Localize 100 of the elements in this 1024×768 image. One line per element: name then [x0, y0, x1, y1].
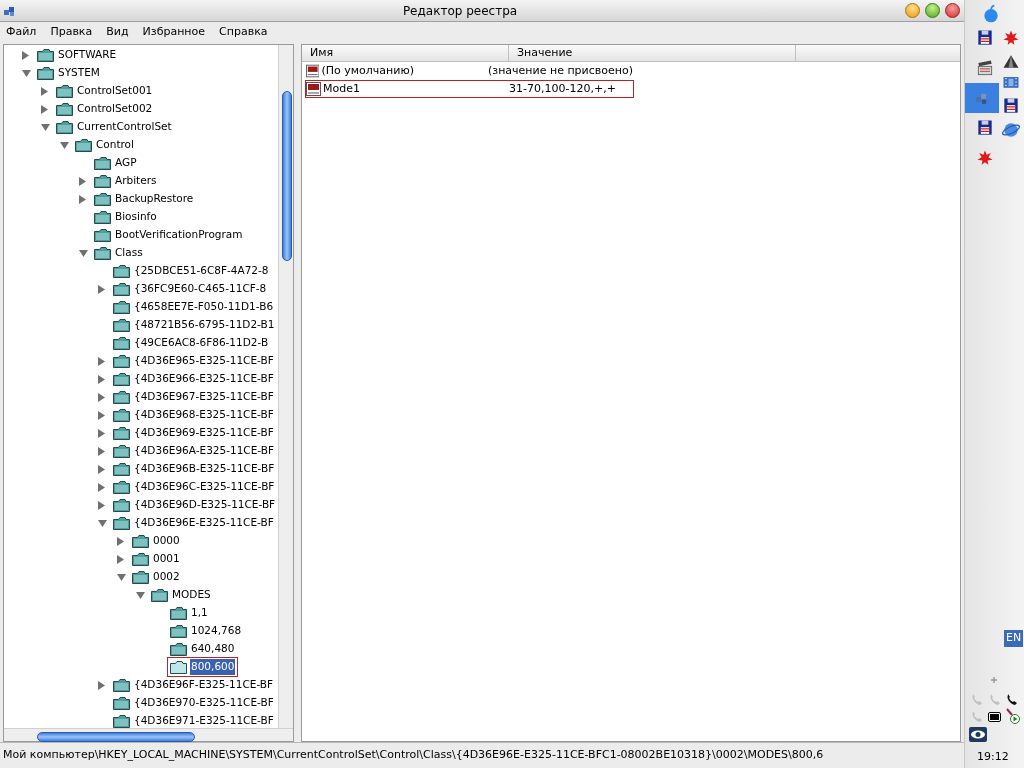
- tree-item[interactable]: 640,480: [190, 641, 236, 657]
- tree-item[interactable]: ControlSet001: [76, 83, 154, 99]
- expand-arrow-icon[interactable]: [98, 482, 105, 492]
- tree-item[interactable]: {48721B56-6795-11D2-B1: [133, 317, 276, 333]
- tree-item[interactable]: {4D36E96D-E325-11CE-BF: [133, 497, 277, 513]
- tree-item[interactable]: {4D36E967-E325-11CE-BF: [133, 389, 275, 405]
- tree-item[interactable]: {4D36E969-E325-11CE-BF: [133, 425, 275, 441]
- tree-item[interactable]: 1,1: [190, 605, 209, 621]
- tree-item[interactable]: SYSTEM: [57, 65, 101, 81]
- folder-icon: [113, 390, 130, 404]
- folder-icon: [94, 156, 111, 170]
- folder-icon: [113, 318, 130, 332]
- tree-item[interactable]: SOFTWARE: [57, 47, 118, 63]
- tree-item[interactable]: Control: [95, 137, 135, 153]
- play-icon[interactable]: [1005, 708, 1021, 724]
- language-indicator[interactable]: EN: [1004, 630, 1024, 647]
- expand-arrow-icon[interactable]: [117, 554, 124, 564]
- tree-item[interactable]: {25DBCE51-6C8F-4A72-8: [133, 263, 270, 279]
- tree-item[interactable]: {4D36E971-E325-11CE-BF: [133, 713, 275, 728]
- tree-item[interactable]: 0000: [152, 533, 181, 549]
- tree-item[interactable]: 0001: [152, 551, 181, 567]
- expand-arrow-icon[interactable]: [22, 50, 29, 60]
- tree-item[interactable]: 800,600: [190, 659, 236, 675]
- expand-arrow-icon[interactable]: [41, 104, 48, 114]
- tree-item[interactable]: 1024,768: [190, 623, 243, 639]
- tree-item[interactable]: {4D36E96F-E325-11CE-BF: [133, 677, 275, 693]
- menu-item[interactable]: Избранное: [142, 23, 206, 41]
- column-header[interactable]: Значение: [509, 45, 796, 61]
- tree-item[interactable]: {4D36E970-E325-11CE-BF: [133, 695, 275, 711]
- expand-arrow-icon[interactable]: [79, 194, 86, 204]
- plus-icon: [990, 676, 998, 684]
- close-button[interactable]: [945, 3, 960, 18]
- folder-icon: [94, 246, 111, 260]
- value-row[interactable]: Mode1 31-70,100-120,+,+: [305, 80, 634, 98]
- menu-item[interactable]: Файл: [6, 23, 37, 41]
- tree-item[interactable]: 0002: [152, 569, 181, 585]
- maximize-button[interactable]: [925, 3, 940, 18]
- column-header[interactable]: Имя: [302, 45, 509, 61]
- expand-arrow-icon[interactable]: [41, 86, 48, 96]
- collapse-arrow-icon[interactable]: [79, 249, 88, 257]
- tree-item[interactable]: {4D36E96B-E325-11CE-BF: [133, 461, 276, 477]
- folder-icon: [37, 66, 54, 80]
- folder-icon: [113, 354, 130, 368]
- expand-arrow-icon[interactable]: [98, 446, 105, 456]
- tree-item[interactable]: BackupRestore: [114, 191, 195, 207]
- tree-item[interactable]: {36FC9E60-C465-11CF-8: [133, 281, 268, 297]
- horizontal-scroll-thumb[interactable]: [37, 732, 195, 742]
- tree-item[interactable]: {4D36E96E-E325-11CE-BF: [133, 515, 275, 531]
- folder-icon: [170, 642, 187, 656]
- expand-arrow-icon[interactable]: [98, 410, 105, 420]
- tree-item[interactable]: {4D36E96A-E325-11CE-BF: [133, 443, 275, 459]
- expand-arrow-icon[interactable]: [98, 428, 105, 438]
- value-row[interactable]: (По умолчанию) (значение не присвоено): [305, 62, 634, 80]
- eye-icon[interactable]: [969, 727, 987, 742]
- menu-item[interactable]: Вид: [106, 23, 129, 41]
- horizontal-scrollbar[interactable]: [4, 728, 293, 741]
- collapse-arrow-icon[interactable]: [41, 123, 50, 131]
- expand-arrow-icon[interactable]: [79, 176, 86, 186]
- tree-item[interactable]: MODES: [171, 587, 212, 603]
- tree-item[interactable]: AGP: [114, 155, 138, 171]
- expand-arrow-icon[interactable]: [98, 284, 105, 294]
- menu-item[interactable]: Правка: [50, 23, 93, 41]
- tree-item[interactable]: BootVerificationProgram: [114, 227, 244, 243]
- expand-arrow-icon[interactable]: [98, 356, 105, 366]
- expand-arrow-icon[interactable]: [98, 392, 105, 402]
- value-name: Mode1: [323, 80, 361, 97]
- string-value-icon: [306, 64, 320, 78]
- tree-item[interactable]: {4D36E966-E325-11CE-BF: [133, 371, 275, 387]
- collapse-arrow-icon[interactable]: [60, 141, 69, 149]
- folder-icon: [113, 300, 130, 314]
- tree-item[interactable]: {4658EE7E-F050-11D1-B6: [133, 299, 275, 315]
- tree-item[interactable]: Arbiters: [114, 173, 158, 189]
- expand-arrow-icon[interactable]: [98, 464, 105, 474]
- tree-item[interactable]: {4D36E96C-E325-11CE-BF: [133, 479, 276, 495]
- vertical-scroll-thumb[interactable]: [282, 91, 293, 261]
- phone-icon[interactable]: [1005, 693, 1019, 707]
- tree-item[interactable]: Biosinfo: [114, 209, 158, 225]
- battery-icon[interactable]: [988, 712, 1002, 722]
- expand-arrow-icon[interactable]: [117, 536, 124, 546]
- menu-item[interactable]: Справка: [219, 23, 268, 41]
- tree-item[interactable]: Class: [114, 245, 144, 261]
- folder-icon: [113, 462, 130, 476]
- collapse-arrow-icon[interactable]: [117, 573, 126, 581]
- value-data: 31-70,100-120,+,+: [509, 80, 616, 97]
- tree-item[interactable]: {4D36E968-E325-11CE-BF: [133, 407, 275, 423]
- collapse-arrow-icon[interactable]: [136, 591, 145, 599]
- tree-item[interactable]: CurrentControlSet: [76, 119, 173, 135]
- minimize-button[interactable]: [905, 3, 920, 18]
- folder-icon: [94, 228, 111, 242]
- expand-arrow-icon[interactable]: [98, 374, 105, 384]
- tree-item[interactable]: {4D36E965-E325-11CE-BF: [133, 353, 275, 369]
- collapse-arrow-icon[interactable]: [98, 519, 107, 527]
- folder-icon: [113, 480, 130, 494]
- folder-icon: [170, 606, 187, 620]
- collapse-arrow-icon[interactable]: [22, 69, 31, 77]
- expand-arrow-icon[interactable]: [98, 680, 105, 690]
- tree-item[interactable]: ControlSet002: [76, 101, 154, 117]
- expand-arrow-icon[interactable]: [98, 500, 105, 510]
- tree-item[interactable]: {49CE6AC8-6F86-11D2-B: [133, 335, 270, 351]
- vertical-scrollbar[interactable]: [278, 45, 293, 728]
